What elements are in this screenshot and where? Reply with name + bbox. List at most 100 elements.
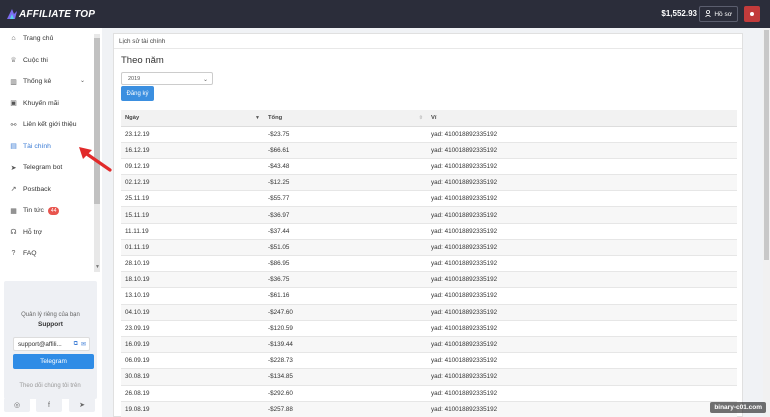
logout-button[interactable] [744,6,760,22]
page-scrollbar-thumb[interactable] [764,30,769,260]
table-row: 19.08.19 -$257.88 yad: 410018892335192 [121,401,737,417]
instagram-icon[interactable]: ◎ [4,398,30,412]
total-cell: -$51.05 [264,239,427,257]
watermark: binary-c01.com [710,402,766,413]
chevron-down-icon: ⌄ [79,78,85,84]
wallet-cell: yad: 410018892335192 [427,304,737,321]
year-select[interactable]: 2019 ⌄ [121,72,213,85]
wallet-cell: yad: 410018892335192 [427,287,737,305]
wallet-cell: yad: 410018892335192 [427,142,737,159]
column-header-total[interactable]: Tổng ⇳ [264,110,427,127]
wallet-cell: yad: 410018892335192 [427,336,737,354]
sidebar-item-postback[interactable]: ↗ Postback [0,179,94,201]
finance-icon: ▤ [10,143,17,151]
total-cell: -$292.60 [264,385,427,402]
profile-button[interactable]: Hồ sơ [699,6,738,22]
copy-icon[interactable]: ⧉ [74,341,78,348]
table-row: 26.08.19 -$292.60 yad: 410018892335192 [121,385,737,402]
support-card: Quản lý riêng của bạn Support support@af… [4,281,97,399]
table-row: 25.11.19 -$55.77 yad: 410018892335192 [121,190,737,208]
headset-icon: ☊ [10,229,17,237]
wallet-cell: yad: 410018892335192 [427,401,737,417]
wallet-cell: yad: 410018892335192 [427,255,737,273]
total-cell: -$228.73 [264,352,427,370]
support-subtitle: Support [38,321,63,328]
sort-icon[interactable]: ⇳ [419,115,423,121]
scroll-down-icon[interactable]: ▼ [95,264,100,270]
total-cell: -$23.75 [264,126,427,143]
telegram-button[interactable]: Telegram [13,354,94,369]
total-cell: -$12.25 [264,174,427,192]
total-cell: -$247.60 [264,304,427,321]
table-row: 13.10.19 -$61.16 yad: 410018892335192 [121,287,737,305]
sidebar-item-faq[interactable]: ? FAQ [0,243,94,265]
telegram-social-icon[interactable]: ➤ [69,398,95,412]
date-cell: 23.09.19 [121,320,264,337]
facebook-icon[interactable]: f [36,398,62,412]
sidebar-item-label: Cuộc thi [23,56,48,64]
table-row: 16.09.19 -$139.44 yad: 410018892335192 [121,336,737,354]
date-cell: 16.12.19 [121,142,264,159]
sidebar-item-label: Tài chính [23,142,51,150]
wallet-cell: yad: 410018892335192 [427,352,737,370]
sidebar-scrollbar-thumb[interactable] [94,38,100,204]
date-cell: 15.11.19 [121,206,264,224]
sidebar-item-label: Postback [23,185,51,193]
finance-table: Ngày ▼ Tổng ⇳ Ví 23.12.19 -$23.75 yad: 41001… [121,110,737,417]
sidebar-item-label: Trang chủ [23,35,54,43]
page-scrollbar[interactable] [763,28,770,417]
red-arrow-annotation [79,147,112,172]
logo[interactable]: AFFILIATE TOP [6,8,95,20]
sidebar-item-label: FAQ [23,250,37,258]
power-icon [750,12,754,16]
news-icon: ▦ [10,207,17,215]
register-button[interactable]: Đăng ký [121,86,154,101]
table-row: 30.08.19 -$134.85 yad: 410018892335192 [121,368,737,386]
date-cell: 11.11.19 [121,223,264,240]
date-cell: 04.10.19 [121,304,264,321]
sort-desc-icon[interactable]: ▼ [255,115,260,121]
column-header-date[interactable]: Ngày ▼ [121,110,264,127]
wallet-cell: yad: 410018892335192 [427,126,737,143]
sidebar-item-referral[interactable]: ⚯ Liên kết giới thiệu [0,114,94,136]
table-row: 04.10.19 -$247.60 yad: 410018892335192 [121,304,737,321]
wallet-cell: yad: 410018892335192 [427,385,737,402]
follow-us-text: Theo dõi chúng tôi trên [19,383,81,389]
total-cell: -$134.85 [264,368,427,386]
promo-icon: ▣ [10,100,17,108]
sidebar-item-contest[interactable]: ♕ Cuộc thi [0,50,94,72]
table-row: 23.09.19 -$120.59 yad: 410018892335192 [121,320,737,337]
total-cell: -$43.48 [264,158,427,176]
sidebar-item-promo[interactable]: ▣ Khuyến mãi [0,93,94,115]
total-cell: -$36.97 [264,206,427,224]
date-cell: 19.08.19 [121,401,264,417]
sidebar-item-stats[interactable]: ▥ Thống kê ⌄ [0,71,94,93]
wallet-cell: yad: 410018892335192 [427,190,737,208]
wallet-cell: yad: 410018892335192 [427,174,737,192]
mail-icon[interactable]: ✉ [81,341,86,348]
date-cell: 25.11.19 [121,190,264,208]
year-select-value: 2019 [128,75,141,82]
finance-history-panel: Lịch sử tài chính Theo năm 2019 ⌄ Đăng k… [113,33,743,417]
wallet-cell: yad: 410018892335192 [427,271,737,289]
wallet-cell: yad: 410018892335192 [427,239,737,257]
sidebar-item-label: Tin tức [23,207,44,215]
profile-label: Hồ sơ [714,10,732,18]
sidebar-item-home[interactable]: ⌂ Trang chủ [0,28,94,50]
support-email-field[interactable]: support@affili... ⧉ ✉ [13,337,90,351]
logo-text: AFFILIATE TOP [19,8,96,20]
home-icon: ⌂ [11,35,16,43]
question-icon: ? [11,250,16,258]
date-cell: 02.12.19 [121,174,264,192]
chart-icon: ▥ [10,78,17,86]
date-cell: 01.11.19 [121,239,264,257]
date-cell: 23.12.19 [121,126,264,143]
table-row: 23.12.19 -$23.75 yad: 410018892335192 [121,126,737,143]
chevron-down-icon: ⌄ [202,77,208,83]
sidebar-item-news[interactable]: ▦ Tin tức 44 [0,200,94,222]
wallet-cell: yad: 410018892335192 [427,158,737,176]
sidebar-item-support[interactable]: ☊ Hỗ trợ [0,222,94,244]
sidebar-item-label: Khuyến mãi [23,99,59,107]
user-icon [705,9,712,19]
postback-icon: ↗ [10,186,17,194]
